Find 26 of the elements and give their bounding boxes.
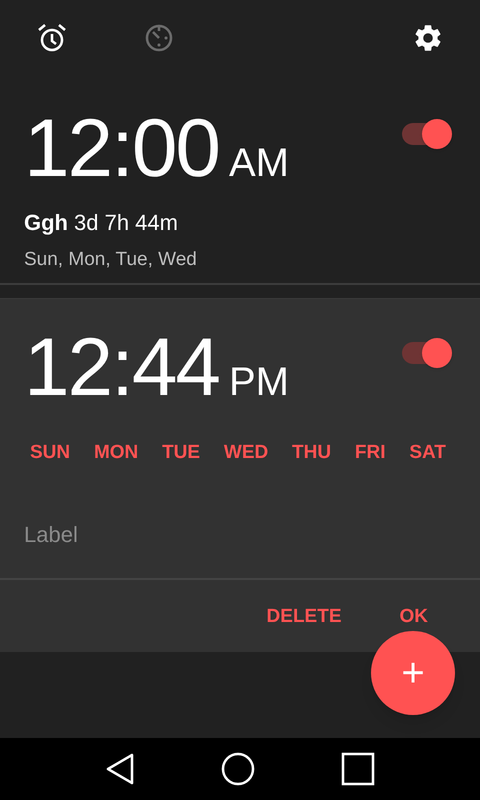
alarm-time[interactable]: 12:44 [24, 327, 219, 409]
add-alarm-button[interactable]: + [371, 631, 455, 715]
ok-button[interactable]: OK [400, 606, 428, 626]
weekday-button[interactable]: FRI [354, 443, 386, 462]
weekday-button[interactable]: SAT [409, 443, 446, 462]
weekday-button[interactable]: THU [292, 443, 332, 462]
recents-icon[interactable] [341, 752, 375, 786]
alarm-toggle[interactable] [400, 118, 452, 150]
alarm-card[interactable]: 12:44 PM SUN MON TUE WED THU FRI SAT Label DELETE OK [0, 298, 480, 652]
am-pm-label: PM [228, 362, 289, 402]
home-icon[interactable] [221, 752, 255, 786]
alarm-clock-icon[interactable] [36, 22, 68, 54]
weekday-button[interactable]: TUE [162, 443, 200, 462]
countdown-text: 3d 7h 44m [74, 212, 178, 234]
alarm-time[interactable]: 12:00 [24, 108, 219, 190]
weekday-button[interactable]: MON [94, 443, 138, 462]
alarm-label: Ggh [24, 212, 68, 234]
weekday-button[interactable]: WED [224, 443, 268, 462]
repeat-days-text: Sun, Mon, Tue, Wed [24, 250, 198, 269]
delete-button[interactable]: DELETE [266, 606, 342, 626]
back-icon[interactable] [105, 752, 135, 786]
label-field[interactable]: Label [24, 518, 324, 550]
weekday-button[interactable]: SUN [30, 443, 70, 462]
timer-icon[interactable] [144, 23, 174, 53]
alarm-toggle[interactable] [400, 337, 452, 369]
am-pm-label: AM [228, 143, 289, 183]
